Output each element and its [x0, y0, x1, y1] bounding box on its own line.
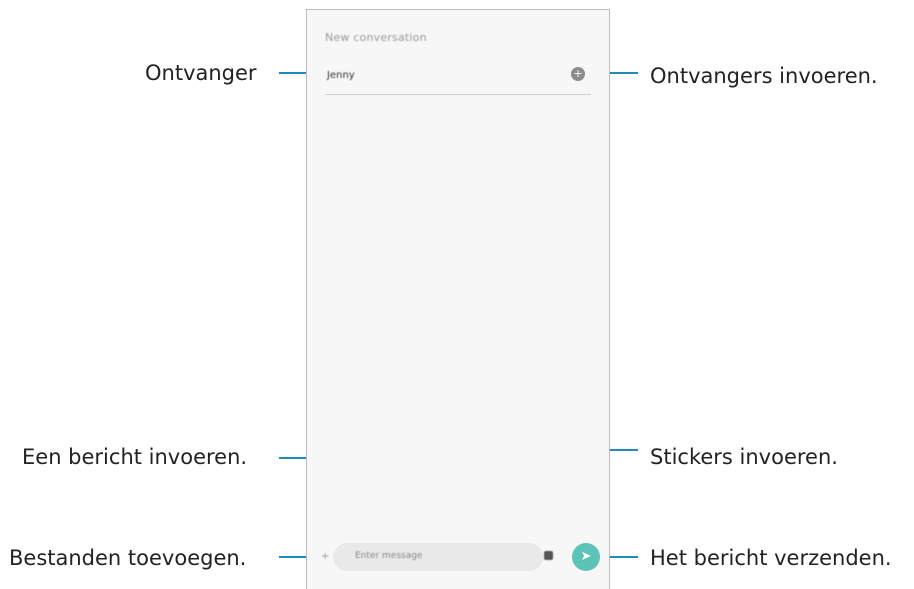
- recipient-field[interactable]: Jenny +: [325, 66, 591, 95]
- callout-enter-stickers: Stickers invoeren.: [650, 445, 838, 469]
- callout-enter-recipients: Ontvangers invoeren.: [650, 64, 878, 88]
- callout-add-files: Bestanden toevoegen.: [9, 546, 247, 570]
- message-placeholder: Enter message: [355, 551, 423, 561]
- sticker-icon[interactable]: [544, 551, 553, 560]
- message-composer: + Enter message ➤: [307, 534, 609, 582]
- callout-send-message: Het bericht verzenden.: [650, 546, 892, 570]
- phone-screen: New conversation Jenny + + Enter message…: [306, 9, 610, 589]
- message-input[interactable]: Enter message: [333, 543, 543, 571]
- send-icon: ➤: [580, 549, 592, 564]
- callout-enter-message: Een bericht invoeren.: [22, 445, 248, 469]
- recipient-value[interactable]: Jenny: [327, 70, 355, 81]
- attach-icon[interactable]: +: [321, 551, 329, 562]
- callout-recipient: Ontvanger: [145, 61, 257, 85]
- plus-circle-icon[interactable]: +: [571, 67, 585, 81]
- conversation-title: New conversation: [325, 31, 427, 44]
- send-button[interactable]: ➤: [572, 543, 600, 571]
